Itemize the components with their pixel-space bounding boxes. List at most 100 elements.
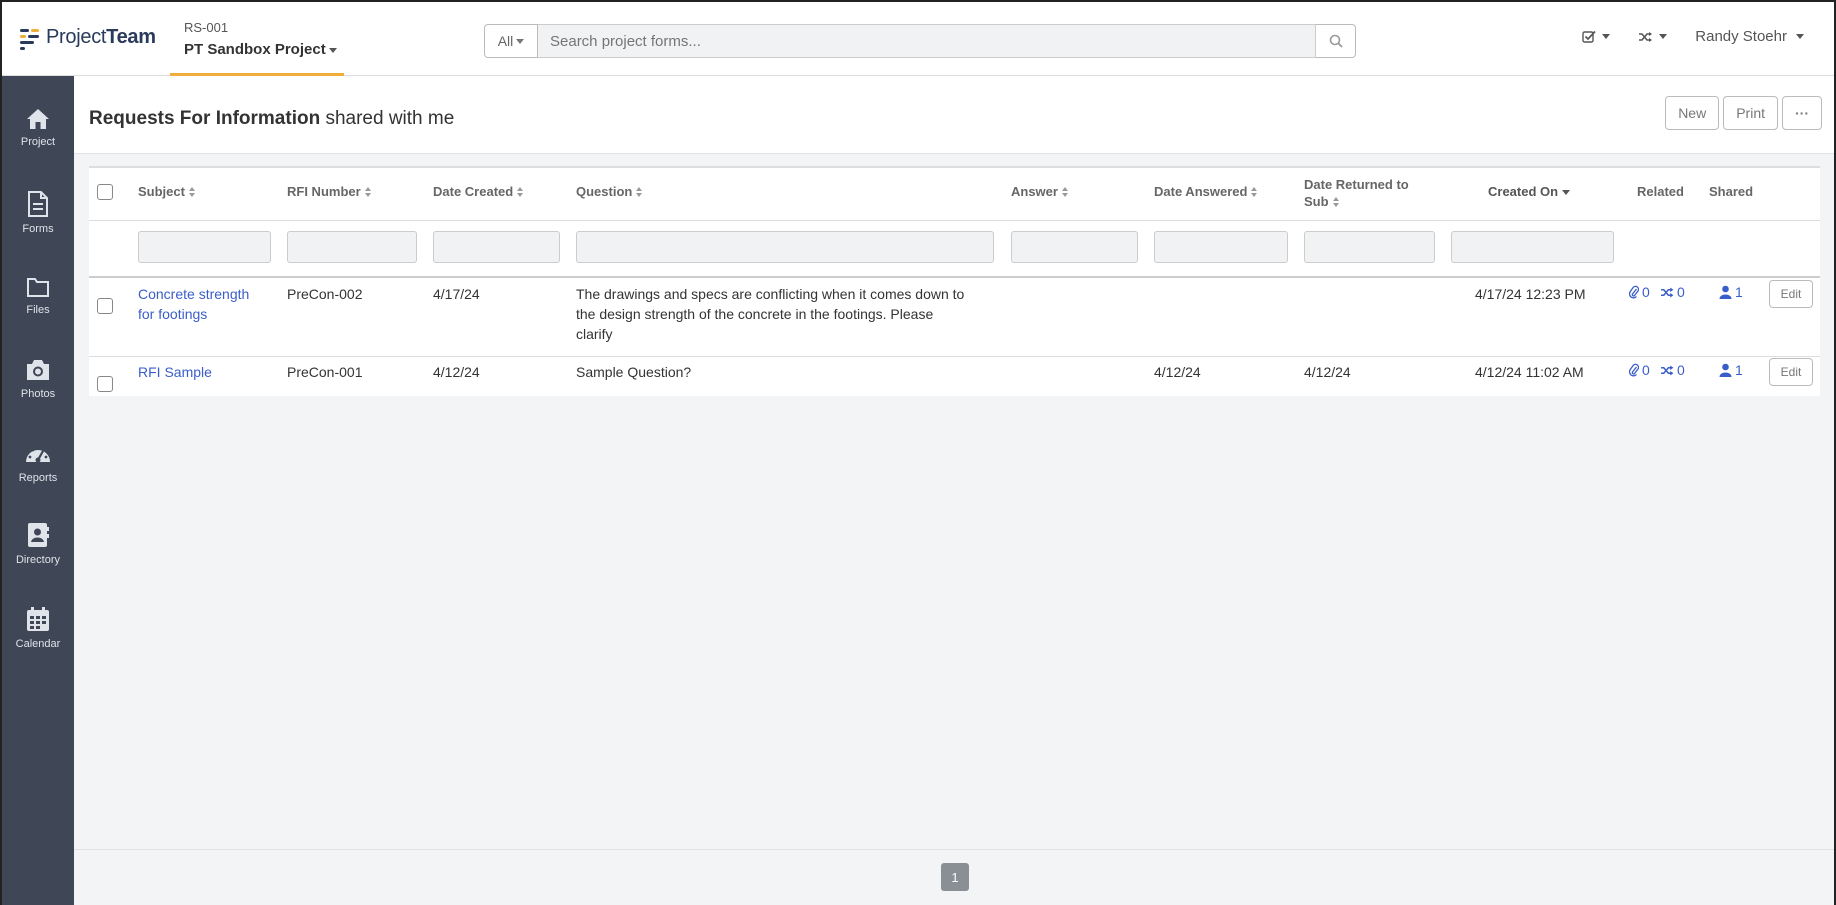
rfi-table: Subject RFI Number Date Created Question… — [89, 166, 1820, 396]
address-book-icon — [28, 523, 49, 547]
top-bar: ProjectTeam RS-001 PT Sandbox Project Al… — [2, 2, 1834, 76]
column-header-subject[interactable]: Subject — [138, 184, 196, 199]
column-header-created-on[interactable]: Created On — [1488, 184, 1571, 199]
shared-count[interactable]: 1 — [1719, 284, 1743, 300]
row-checkbox[interactable] — [97, 376, 113, 392]
sidebar-item-label: Files — [26, 304, 50, 316]
sidebar-item-directory[interactable]: Directory — [2, 522, 74, 592]
created-on: 4/17/24 12:23 PM — [1475, 286, 1586, 302]
top-right-menu: Randy Stoehr — [1582, 28, 1804, 45]
project-switcher[interactable]: RS-001 PT Sandbox Project — [170, 2, 344, 76]
filter-created-on[interactable] — [1451, 231, 1614, 263]
column-header-date-answered[interactable]: Date Answered — [1154, 184, 1258, 199]
filter-answer[interactable] — [1011, 231, 1138, 263]
sidebar-item-forms[interactable]: Forms — [2, 191, 74, 261]
calendar-icon — [27, 607, 49, 631]
filter-subject[interactable] — [138, 231, 271, 263]
camera-icon — [27, 360, 49, 380]
filter-rfi-number[interactable] — [287, 231, 417, 263]
shared-count[interactable]: 1 — [1719, 362, 1743, 378]
divider — [89, 220, 1820, 221]
home-icon — [27, 109, 49, 129]
sidebar-item-label: Directory — [15, 554, 60, 566]
search-icon — [1329, 34, 1343, 48]
sidebar: Project Forms Files Photos Reports Direc… — [2, 76, 74, 905]
project-name: PT Sandbox Project — [184, 41, 344, 58]
logo-text: ProjectTeam — [46, 26, 156, 48]
column-header-shared: Shared — [1709, 184, 1754, 199]
date-returned: 4/12/24 — [1304, 364, 1351, 380]
sidebar-item-files[interactable]: Files — [2, 276, 74, 346]
column-header-question[interactable]: Question — [576, 184, 643, 199]
sidebar-item-photos[interactable]: Photos — [2, 358, 74, 428]
chevron-down-icon — [1796, 34, 1804, 39]
edit-button[interactable]: Edit — [1769, 358, 1813, 386]
created-on: 4/12/24 11:02 AM — [1475, 364, 1584, 380]
filter-question[interactable] — [576, 231, 994, 263]
user-menu[interactable]: Randy Stoehr — [1695, 28, 1804, 45]
shuffle-icon — [1639, 31, 1653, 42]
workflow-menu[interactable] — [1638, 31, 1668, 43]
search-scope-dropdown[interactable]: All — [484, 24, 538, 58]
search-input[interactable] — [538, 24, 1316, 58]
sidebar-item-reports[interactable]: Reports — [2, 442, 74, 512]
chevron-down-icon — [1602, 34, 1611, 39]
project-code: RS-001 — [184, 20, 229, 35]
select-all-checkbox[interactable] — [97, 184, 113, 200]
sort-icon — [188, 187, 196, 197]
search-bar: All — [484, 24, 1356, 58]
sidebar-item-label: Calendar — [15, 638, 61, 650]
sidebar-item-project[interactable]: Project — [2, 108, 74, 178]
row-checkbox[interactable] — [97, 298, 113, 314]
attachments-count[interactable]: 0 — [1629, 362, 1650, 378]
tasks-menu[interactable] — [1582, 30, 1611, 43]
print-button[interactable]: Print — [1723, 96, 1778, 130]
column-header-rfi-number[interactable]: RFI Number — [287, 184, 372, 199]
shuffle-icon — [1661, 364, 1674, 376]
rfi-number: PreCon-001 — [287, 364, 363, 380]
chevron-down-icon — [516, 38, 525, 44]
new-button[interactable]: New — [1665, 96, 1720, 130]
filter-date-returned[interactable] — [1304, 231, 1435, 263]
sidebar-item-label: Reports — [18, 472, 58, 484]
user-icon — [1719, 285, 1732, 299]
attachments-count[interactable]: 0 — [1629, 284, 1650, 300]
date-created: 4/17/24 — [433, 286, 480, 302]
document-icon — [28, 191, 48, 217]
search-button[interactable] — [1316, 24, 1356, 58]
related-links-count[interactable]: 0 — [1660, 284, 1685, 300]
subject-link[interactable]: Concrete strength for footings — [138, 284, 249, 324]
filter-date-created[interactable] — [433, 231, 560, 263]
filter-date-answered[interactable] — [1154, 231, 1288, 263]
sort-icon — [636, 187, 643, 197]
paperclip-icon — [1629, 363, 1639, 377]
page-button-current[interactable]: 1 — [941, 863, 969, 891]
sidebar-item-label: Forms — [22, 223, 54, 235]
chevron-down-icon — [328, 47, 337, 53]
user-icon — [1719, 363, 1732, 377]
sidebar-item-label: Project — [20, 136, 56, 148]
column-header-related: Related — [1637, 184, 1684, 199]
paperclip-icon — [1629, 285, 1639, 299]
subject-link[interactable]: RFI Sample — [138, 362, 212, 382]
column-header-answer[interactable]: Answer — [1011, 184, 1069, 199]
shuffle-icon — [1661, 286, 1674, 298]
divider — [89, 276, 1820, 278]
date-created: 4/12/24 — [433, 364, 480, 380]
column-header-date-created[interactable]: Date Created — [433, 184, 524, 199]
sort-icon — [364, 187, 372, 197]
sidebar-item-label: Photos — [20, 388, 56, 400]
page-actions: New Print ··· — [1665, 96, 1822, 130]
sort-descending-icon — [1562, 190, 1571, 196]
more-options-button[interactable]: ··· — [1782, 96, 1822, 130]
sidebar-item-calendar[interactable]: Calendar — [2, 606, 74, 676]
sort-icon — [1061, 187, 1069, 197]
edit-button[interactable]: Edit — [1769, 280, 1813, 308]
app-logo[interactable]: ProjectTeam — [20, 26, 156, 50]
main-content: Requests For Information shared with me … — [74, 76, 1834, 905]
checkbox-checked-icon — [1582, 30, 1596, 43]
column-header-date-returned[interactable]: Date Returned to Sub — [1304, 176, 1409, 210]
related-links-count[interactable]: 0 — [1660, 362, 1685, 378]
question: The drawings and specs are conflicting w… — [576, 286, 965, 342]
sort-icon — [1332, 197, 1340, 207]
